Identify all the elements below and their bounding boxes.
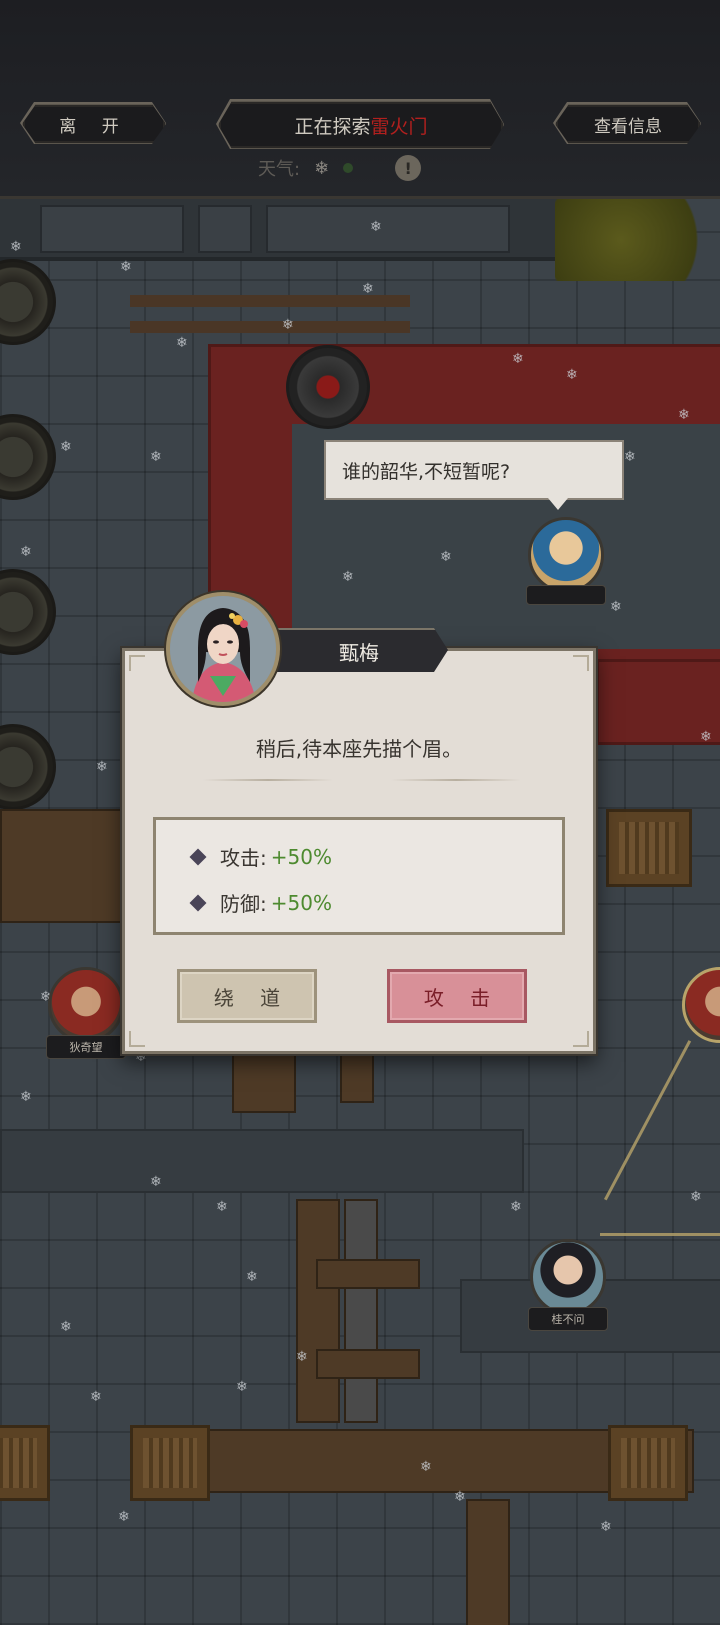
location-name: 雷火门 [370, 115, 428, 138]
cart-wheel [0, 569, 56, 655]
attack-button[interactable]: 攻 击 [387, 969, 527, 1023]
crate [608, 1425, 688, 1501]
weather-label: 天气: [258, 159, 301, 180]
exploring-prefix: 正在探索 [294, 115, 371, 138]
wooden-fence [130, 321, 410, 333]
npc-avatar-guibuwen[interactable]: 桂不问 [528, 1239, 608, 1331]
crate [606, 809, 692, 887]
path-line [604, 1040, 692, 1201]
cart-wheel [0, 414, 56, 500]
view-info-button[interactable]: 查看信息 [555, 104, 701, 144]
leave-button[interactable]: 离 开 [22, 104, 166, 144]
stone-wall [0, 1129, 524, 1193]
snowflake-icon: ❄ [314, 157, 330, 179]
war-drum[interactable] [286, 345, 370, 429]
north-wall [0, 199, 560, 261]
diamond-icon [189, 848, 207, 865]
npc-quote: 稍后,待本座先描个眉。 [255, 737, 463, 761]
npc-portrait-large [166, 592, 280, 706]
crate [130, 1425, 210, 1501]
npc-name-tag: 狄奇望 [46, 1035, 126, 1059]
detour-button[interactable]: 绕 道 [177, 969, 317, 1023]
speech-text: 谁的韶华,不短暂呢? [342, 460, 511, 483]
wooden-post [466, 1499, 510, 1625]
wooden-beam [316, 1349, 420, 1379]
weather-bar: 天气: ❄ ! [258, 155, 422, 181]
stat-value: +50% [270, 844, 332, 869]
wooden-structure [0, 809, 124, 923]
encounter-dialog: 稍后,待本座先描个眉。 攻击: +50% 防御: +50% 绕 道 攻 击 [122, 648, 596, 1054]
portrait-illustration [170, 596, 276, 702]
npc-portrait [528, 517, 604, 593]
gear-column [344, 1199, 378, 1423]
ornament-divider [203, 779, 333, 781]
leaf-icon [343, 163, 354, 173]
stat-row-defense: 防御: +50% [189, 888, 332, 917]
wooden-pillar [296, 1199, 340, 1423]
npc-portrait [48, 967, 124, 1043]
speech-bubble: 谁的韶华,不短暂呢? [324, 440, 624, 500]
npc-portrait [682, 967, 720, 1043]
stat-row-attack: 攻击: +50% [189, 842, 332, 871]
alert-icon[interactable]: ! [395, 155, 422, 181]
crate [0, 1425, 50, 1501]
npc-name-tag [526, 585, 606, 605]
stat-bonus-panel: 攻击: +50% 防御: +50% [153, 817, 565, 935]
exploring-location-banner: 正在探索 雷火门 [218, 101, 504, 149]
npc-avatar[interactable] [526, 517, 606, 605]
npc-avatar-edge[interactable] [680, 967, 720, 1043]
npc-portrait [530, 1239, 606, 1315]
cart-wheel [0, 259, 56, 345]
diamond-icon [189, 894, 207, 911]
path-line [600, 1233, 720, 1236]
npc-name: 甄梅 [339, 640, 379, 665]
stat-value: +50% [270, 890, 332, 915]
ornament-divider [391, 779, 521, 781]
npc-name-plate: 甄梅 [270, 628, 448, 672]
bush [555, 199, 720, 281]
wooden-beam [316, 1259, 420, 1289]
stat-label: 防御: [220, 892, 267, 916]
npc-name-tag: 桂不问 [528, 1307, 608, 1331]
stat-label: 攻击: [220, 846, 267, 870]
top-bar: 离 开 正在探索 雷火门 查看信息 天气: ❄ ! [0, 0, 720, 199]
speech-bubble-tail [548, 498, 568, 510]
npc-avatar-diqiwang[interactable]: 狄奇望 [46, 967, 126, 1059]
cart-wheel [0, 724, 56, 810]
